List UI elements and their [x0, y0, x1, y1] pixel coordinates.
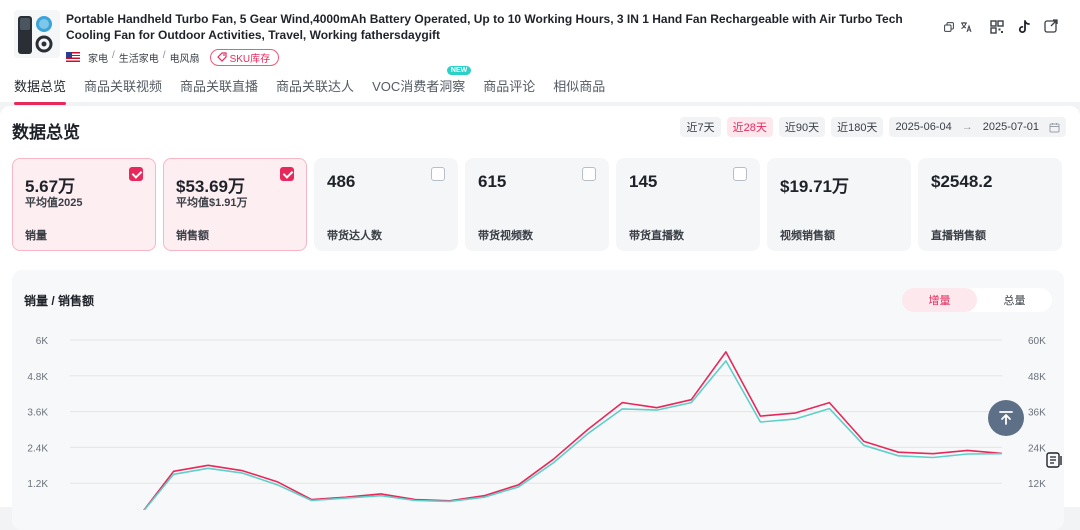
metric-checkbox[interactable]	[431, 167, 445, 181]
tab-related-creators[interactable]: 商品关联达人	[276, 76, 354, 105]
metric-checkbox[interactable]	[733, 167, 747, 181]
product-tabs: 数据总览 商品关联视频 商品关联直播 商品关联达人 VOC消费者洞察 NEW 商品…	[14, 66, 623, 105]
tiktok-icon[interactable]	[1017, 20, 1031, 34]
y-left-tick-label: 6K	[36, 336, 49, 347]
tag-icon	[216, 52, 227, 62]
metric-card-live-revenue: $2548.2 直播销售额	[918, 158, 1062, 251]
calendar-icon	[1049, 122, 1060, 132]
new-badge: NEW	[446, 66, 472, 75]
metric-value: 615	[478, 172, 507, 191]
y-right-tick-label: 12K	[1028, 479, 1046, 490]
product-thumbnail[interactable]	[14, 10, 60, 58]
range-28d-button[interactable]: 近28天	[726, 117, 773, 137]
metric-label: 视频销售额	[780, 230, 835, 242]
arrow-right-icon: →	[961, 121, 973, 133]
metric-value: 145	[629, 172, 658, 191]
y-right-tick-label: 48K	[1028, 372, 1046, 383]
y-right-tick-label: 24K	[1028, 443, 1046, 454]
metric-card-video-revenue: $19.71万 视频销售额	[767, 158, 911, 251]
y-right-tick-label: 36K	[1028, 408, 1046, 419]
tab-similar-products[interactable]: 相似商品	[553, 76, 605, 105]
arrow-up-icon	[999, 411, 1013, 425]
tab-related-videos[interactable]: 商品关联视频	[84, 76, 162, 105]
product-title: Portable Handheld Turbo Fan, 5 Gear Wind…	[66, 12, 903, 42]
range-180d-button[interactable]: 近180天	[831, 117, 884, 137]
range-7d-button[interactable]: 近7天	[680, 117, 721, 137]
qr-code-icon[interactable]	[990, 20, 1004, 34]
us-flag-icon	[66, 52, 80, 62]
category-level-2[interactable]: 生活家电	[119, 50, 159, 65]
metric-sub: 平均值$1.91万	[176, 197, 248, 209]
date-range-selector: 近7天 近28天 近90天 近180天 2025-06-04 → 2025-07…	[680, 117, 1066, 137]
date-picker[interactable]: 2025-06-04 → 2025-07-01	[889, 117, 1066, 137]
category-breadcrumb: 家电 / 生活家电 / 电风扇	[88, 49, 200, 65]
metric-card-revenue[interactable]: $53.69万 平均值$1.91万 销售额	[163, 158, 307, 251]
metric-sub: 平均值2025	[25, 197, 83, 209]
metric-label: 带货视频数	[478, 230, 533, 242]
metric-label: 销售额	[176, 230, 209, 242]
range-90d-button[interactable]: 近90天	[778, 117, 826, 137]
metric-card-videos[interactable]: 615 带货视频数	[465, 158, 609, 251]
metric-checkbox[interactable]	[129, 167, 143, 181]
metric-cards: 5.67万 平均值2025 销量 $53.69万 平均值$1.91万 销售额 4…	[12, 158, 1062, 251]
metric-label: 销量	[25, 230, 47, 242]
date-end: 2025-07-01	[982, 121, 1039, 133]
back-to-top-button[interactable]	[988, 400, 1024, 436]
metric-card-lives[interactable]: 145 带货直播数	[616, 158, 760, 251]
metric-card-sales[interactable]: 5.67万 平均值2025 销量	[12, 158, 156, 251]
overview-title: 数据总览	[12, 123, 80, 142]
document-list-icon[interactable]	[1046, 452, 1064, 468]
y-left-tick-label: 2.4K	[27, 443, 48, 454]
metric-checkbox[interactable]	[582, 167, 596, 181]
external-link-icon[interactable]	[1044, 19, 1058, 33]
metric-label: 带货直播数	[629, 230, 684, 242]
tab-related-lives[interactable]: 商品关联直播	[180, 76, 258, 105]
y-left-tick-label: 3.6K	[27, 408, 48, 419]
chart-container: 销量 / 销售额 增量 总量 1.2K 12K 2.4K 24K 3.6K 36K 4.8K…	[12, 270, 1064, 530]
date-start: 2025-06-04	[895, 121, 952, 133]
y-right-tick-label: 60K	[1028, 336, 1046, 347]
product-header: Portable Handheld Turbo Fan, 5 Gear Wind…	[0, 0, 1080, 105]
category-level-3[interactable]: 电风扇	[170, 50, 200, 65]
product-meta: 家电 / 生活家电 / 电风扇 SKU库存	[66, 48, 280, 66]
series-line-revenue	[143, 360, 1003, 510]
sales-revenue-chart: 1.2K 12K 2.4K 24K 3.6K 36K 4.8K 48K 6K 60K	[27, 336, 1046, 510]
metric-value: $2548.2	[931, 172, 993, 191]
tab-voc-insights[interactable]: VOC消费者洞察 NEW	[372, 66, 472, 105]
y-left-tick-label: 4.8K	[27, 372, 48, 383]
metric-card-creators[interactable]: 486 带货达人数	[314, 158, 458, 251]
metric-value: 486	[327, 172, 356, 191]
tab-product-reviews[interactable]: 商品评论	[483, 76, 535, 105]
overview-panel: 数据总览 近7天 近28天 近90天 近180天 2025-06-04 → 20…	[0, 106, 1080, 530]
sku-stock-button[interactable]: SKU库存	[209, 48, 280, 66]
tab-data-overview[interactable]: 数据总览	[14, 76, 67, 105]
sku-stock-label: SKU库存	[229, 53, 271, 65]
y-left-tick-label: 1.2K	[27, 479, 48, 490]
metric-value: $19.71万	[780, 177, 849, 196]
copy-icon[interactable]	[944, 22, 954, 32]
metric-label: 带货达人数	[327, 230, 382, 242]
metric-checkbox[interactable]	[280, 167, 294, 181]
translate-icon[interactable]	[960, 21, 972, 33]
category-level-1[interactable]: 家电	[88, 50, 108, 65]
metric-label: 直播销售额	[931, 230, 986, 242]
